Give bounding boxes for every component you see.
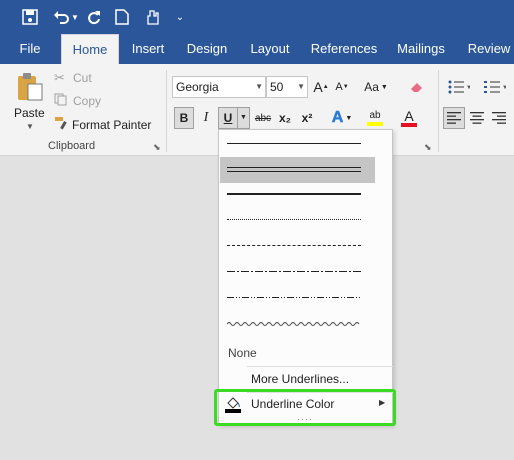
superscript-icon: x² bbox=[301, 111, 313, 125]
underline-icon: U bbox=[223, 111, 233, 125]
copy-label: Copy bbox=[73, 94, 102, 108]
font-color-bar bbox=[401, 123, 417, 127]
eraser-icon bbox=[411, 83, 422, 92]
scissors-icon: ✂ bbox=[54, 70, 65, 85]
italic-button[interactable]: I bbox=[197, 107, 215, 129]
tab-insert[interactable]: Insert bbox=[126, 34, 170, 64]
grow-font-icon: A bbox=[313, 79, 323, 95]
tab-design[interactable]: Design bbox=[180, 34, 234, 64]
paste-dropdown-icon: ▼ bbox=[26, 122, 34, 131]
subscript-button[interactable]: x₂ bbox=[276, 107, 294, 129]
superscript-button[interactable]: x² bbox=[298, 107, 316, 129]
underline-option-dashed[interactable] bbox=[227, 245, 361, 246]
font-color-icon: A bbox=[404, 108, 414, 124]
font-size-value: 50 bbox=[270, 80, 284, 94]
underline-dropdown-icon[interactable]: ▼ bbox=[237, 108, 249, 128]
bullets-icon: ▼ bbox=[448, 80, 470, 94]
numbering-icon: ▼ bbox=[484, 81, 506, 93]
svg-text:▼: ▼ bbox=[466, 85, 470, 91]
underline-option-double[interactable] bbox=[227, 167, 361, 172]
save-icon[interactable] bbox=[20, 7, 40, 27]
underline-menu: None More Underlines... Underline Color … bbox=[218, 129, 393, 425]
new-document-icon[interactable] bbox=[112, 7, 132, 27]
numbering-button[interactable]: ▼ bbox=[480, 76, 510, 98]
redo-icon[interactable] bbox=[84, 7, 104, 27]
font-name-box[interactable]: Georgia ▼ bbox=[172, 76, 266, 98]
cut-label: Cut bbox=[73, 71, 92, 85]
shrink-font-icon: A bbox=[335, 81, 343, 93]
underline-button[interactable]: U ▼ bbox=[218, 107, 250, 129]
align-left-button[interactable] bbox=[443, 107, 465, 129]
change-case-icon: Aa bbox=[364, 80, 379, 94]
italic-icon: I bbox=[203, 110, 209, 125]
align-center-button[interactable] bbox=[467, 107, 487, 129]
customize-icon[interactable]: ⌄ bbox=[174, 7, 186, 27]
tab-mailings[interactable]: Mailings bbox=[392, 34, 450, 64]
text-effects-icon: A bbox=[331, 109, 344, 127]
strikethrough-button[interactable]: abc bbox=[253, 107, 273, 129]
focus-highlight-box bbox=[214, 389, 396, 426]
tab-file[interactable]: File bbox=[12, 34, 48, 64]
format-painter-label: Format Painter bbox=[72, 117, 152, 132]
underline-option-dotted[interactable] bbox=[227, 219, 361, 220]
group-divider bbox=[438, 70, 439, 152]
underline-none-option[interactable]: None bbox=[228, 346, 257, 360]
bold-icon: B bbox=[179, 111, 189, 125]
touch-mode-icon[interactable] bbox=[142, 7, 164, 27]
clear-formatting-button[interactable] bbox=[406, 76, 428, 98]
align-left-icon bbox=[447, 112, 461, 124]
cut-button[interactable]: ✂ Cut bbox=[54, 70, 92, 86]
underline-option-dash-dot[interactable] bbox=[227, 271, 361, 272]
underline-option-thick[interactable] bbox=[227, 193, 361, 195]
shrink-font-button[interactable]: A ▼ bbox=[334, 76, 350, 98]
underline-option-dash-dot-dot[interactable] bbox=[227, 297, 361, 298]
strikethrough-icon: abc bbox=[254, 112, 272, 124]
menu-divider bbox=[247, 366, 393, 367]
font-name-value: Georgia bbox=[176, 80, 219, 94]
underline-option-single[interactable] bbox=[227, 143, 361, 144]
paste-label: Paste bbox=[14, 106, 45, 120]
align-right-button[interactable] bbox=[489, 107, 509, 129]
paste-icon bbox=[18, 73, 43, 101]
ribbon-tabs: File Home Insert Design Layout Reference… bbox=[0, 34, 514, 64]
tab-references[interactable]: References bbox=[306, 34, 382, 64]
font-size-box[interactable]: 50 ▼ bbox=[266, 76, 308, 98]
copy-icon bbox=[54, 93, 70, 109]
highlight-color-bar bbox=[367, 122, 383, 126]
copy-button[interactable]: Copy bbox=[54, 93, 101, 109]
undo-dropdown-icon[interactable]: ▼ bbox=[70, 7, 80, 27]
bold-button[interactable]: B bbox=[174, 107, 194, 129]
bullets-button[interactable]: ▼ bbox=[444, 76, 474, 98]
format-painter-button[interactable]: Format Painter bbox=[54, 116, 151, 133]
align-center-icon bbox=[470, 112, 484, 124]
clipboard-group-label: Clipboard bbox=[48, 140, 96, 152]
paintbrush-icon bbox=[54, 116, 70, 133]
tab-home[interactable]: Home bbox=[61, 34, 119, 64]
chevron-down-icon: ▼ bbox=[297, 82, 305, 91]
underline-option-wave[interactable] bbox=[227, 321, 361, 327]
font-launcher-icon[interactable]: ⬊ bbox=[424, 142, 432, 153]
align-right-icon bbox=[492, 112, 506, 124]
text-effects-button[interactable]: A ▼ bbox=[328, 107, 356, 129]
paste-button[interactable]: Paste ▼ bbox=[10, 70, 50, 136]
change-case-button[interactable]: Aa ▼ bbox=[362, 76, 390, 98]
tab-review[interactable]: Review bbox=[462, 34, 514, 64]
more-underlines-option[interactable]: More Underlines... bbox=[251, 372, 349, 386]
font-color-button[interactable]: A bbox=[394, 107, 424, 129]
tab-layout[interactable]: Layout bbox=[244, 34, 296, 64]
group-divider bbox=[166, 70, 167, 152]
grow-font-button[interactable]: A ▲ bbox=[313, 76, 329, 98]
quick-access-toolbar: ▼ ⌄ bbox=[0, 0, 514, 34]
svg-text:▼: ▼ bbox=[502, 85, 506, 91]
clipboard-launcher-icon[interactable]: ⬊ bbox=[153, 142, 161, 153]
subscript-icon: x₂ bbox=[278, 111, 291, 125]
highlighter-icon: ab bbox=[369, 110, 381, 121]
text-highlight-button[interactable]: ab bbox=[360, 107, 390, 129]
chevron-down-icon: ▼ bbox=[255, 82, 263, 91]
undo-icon[interactable] bbox=[50, 7, 72, 27]
